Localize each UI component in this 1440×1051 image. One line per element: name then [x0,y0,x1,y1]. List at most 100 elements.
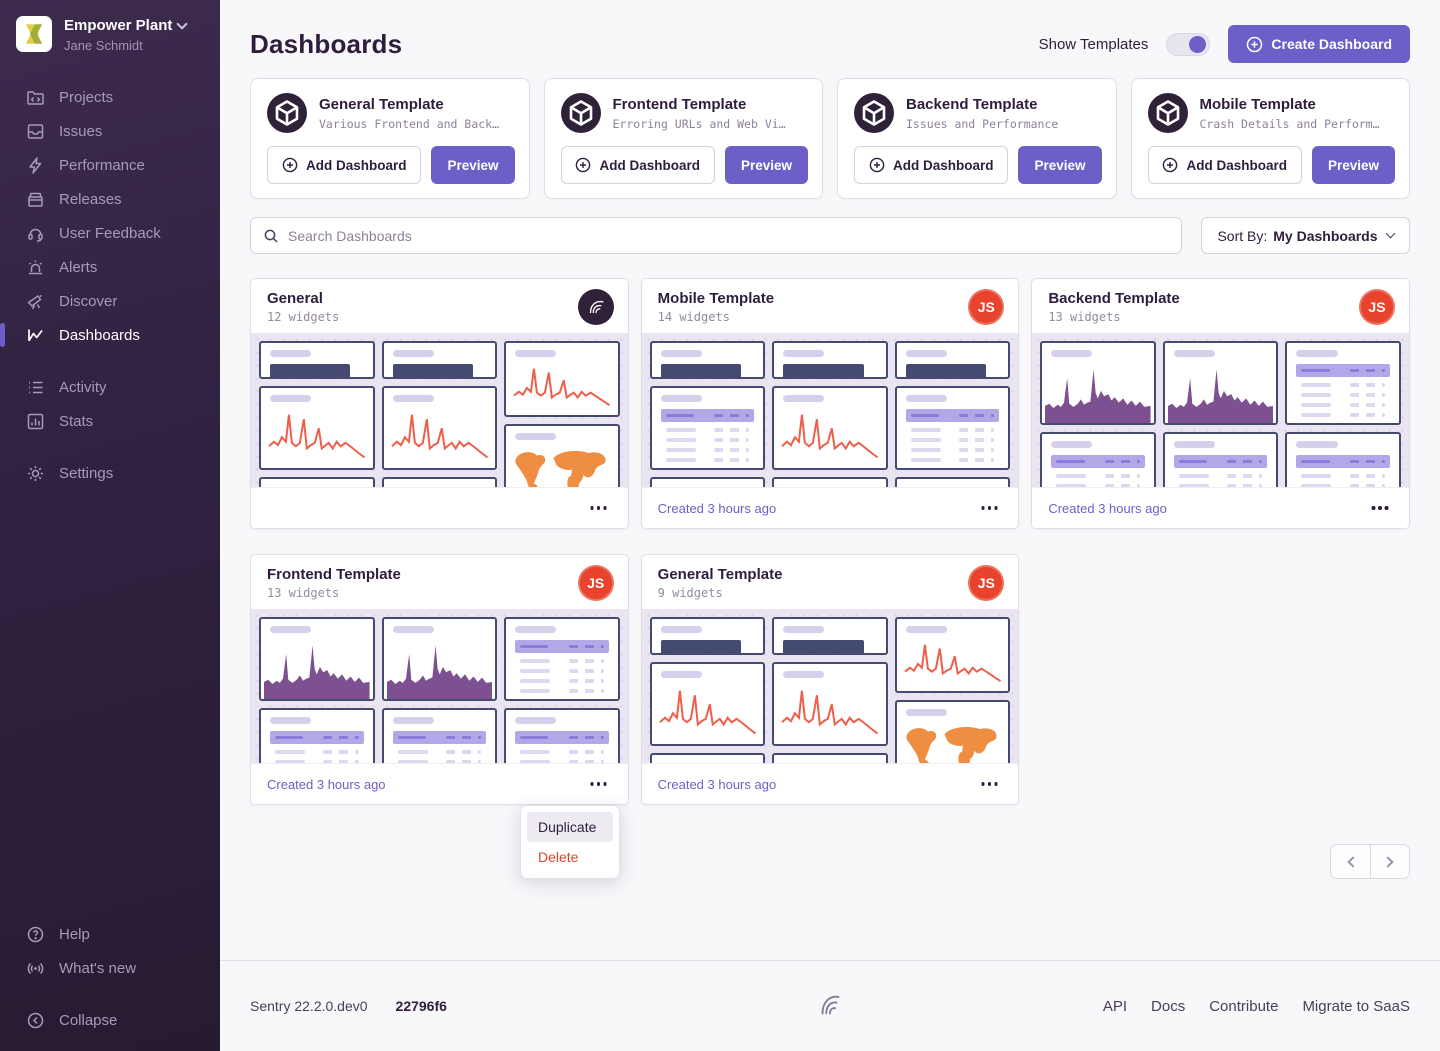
search-input[interactable] [288,228,1169,244]
dashboard-preview[interactable] [251,609,628,763]
add-dashboard-button[interactable]: Add Dashboard [1148,146,1302,184]
card-options-button[interactable] [976,498,1002,518]
sidebar-item-issues[interactable]: Issues [0,114,220,148]
sidebar-item-discover[interactable]: Discover [0,284,220,318]
alerts-icon [26,258,45,277]
dashboard-preview[interactable] [1032,333,1409,487]
primary-nav: Projects Issues Performance Releases Use… [0,80,220,490]
dashboard-card-backend-template: Backend Template 13 widgets JS [1031,278,1410,529]
sidebar-item-collapse[interactable]: Collapse [0,1003,220,1037]
dashboards-grid: General 12 widgets [250,278,1410,805]
ellipsis-icon [1378,506,1382,510]
mini-widget-big-number [895,341,1011,379]
template-card-backend: Backend Template Issues and Performance … [837,78,1117,199]
sidebar-item-label: Projects [59,89,113,106]
sidebar-item-label: User Feedback [59,225,161,242]
mini-widget-world-map [504,424,620,487]
mini-widget-partial [895,477,1011,487]
stats-icon [26,412,45,431]
template-description: Various Frontend and Back… [319,117,499,131]
sidebar-item-whats-new[interactable]: What's new [0,951,220,985]
ellipsis-icon [597,782,601,786]
create-dashboard-button[interactable]: Create Dashboard [1228,25,1410,63]
mini-widget-partial [650,477,766,487]
sidebar-item-help[interactable]: Help [0,917,220,951]
preview-button[interactable]: Preview [1312,146,1395,184]
dashboard-preview[interactable] [642,333,1019,487]
org-logo [16,16,52,52]
sidebar-item-projects[interactable]: Projects [0,80,220,114]
org-switcher[interactable]: Empower Plant Jane Schmidt [0,14,220,54]
dashboard-title: General [267,290,612,307]
template-title: Frontend Template [613,96,786,113]
discover-icon [26,292,45,311]
user-name: Jane Schmidt [64,38,186,54]
chevron-down-icon [1385,229,1395,239]
footer-link-contribute[interactable]: Contribute [1209,998,1278,1015]
activity-icon [26,378,45,397]
previous-page-button[interactable] [1331,845,1370,878]
sidebar-item-activity[interactable]: Activity [0,370,220,404]
menu-item-delete[interactable]: Delete [527,842,613,872]
template-row: General Template Various Frontend and Ba… [250,78,1410,199]
mini-widget-area-chart [1040,341,1156,425]
build-hash: 22796f6 [396,998,447,1014]
sidebar-item-label: Alerts [59,259,97,276]
menu-item-duplicate[interactable]: Duplicate [527,812,613,842]
issues-icon [26,122,45,141]
preview-button[interactable]: Preview [725,146,808,184]
add-dashboard-button[interactable]: Add Dashboard [267,146,421,184]
sort-by-button[interactable]: Sort By: My Dashboards [1201,217,1410,254]
card-options-button[interactable] [586,774,612,794]
dashboard-card-mobile-template: Mobile Template 14 widgets JS [641,278,1020,529]
sidebar-item-user-feedback[interactable]: User Feedback [0,216,220,250]
template-title: General Template [319,96,499,113]
template-card-general: General Template Various Frontend and Ba… [250,78,530,199]
preview-button[interactable]: Preview [1018,146,1101,184]
mini-widget-table-partial [1040,432,1156,487]
mini-widget-line-chart [772,662,888,746]
show-templates-toggle[interactable] [1166,33,1210,56]
sidebar-item-stats[interactable]: Stats [0,404,220,438]
empower-plant-logo-icon [21,21,47,47]
add-dashboard-button[interactable]: Add Dashboard [561,146,715,184]
mini-widget-partial [650,753,766,763]
footer-link-migrate[interactable]: Migrate to SaaS [1302,998,1410,1015]
mini-widget-table-partial [259,708,375,763]
card-options-button[interactable] [1367,498,1393,518]
sidebar-item-performance[interactable]: Performance [0,148,220,182]
footer-link-docs[interactable]: Docs [1151,998,1185,1015]
mini-widget-line-chart [259,386,375,470]
cube-icon [854,93,894,133]
created-text: Created 3 hours ago [658,777,777,792]
sidebar-item-settings[interactable]: Settings [0,456,220,490]
plus-circle-icon [1246,36,1263,53]
page-title: Dashboards [250,29,402,60]
sidebar-item-label: What's new [59,960,136,977]
mini-widget-world-map [895,700,1011,763]
dashboard-widget-count: 9 widgets [658,586,1003,600]
card-options-button[interactable] [976,774,1002,794]
sidebar-item-alerts[interactable]: Alerts [0,250,220,284]
card-options-menu: Duplicate Delete [520,805,620,879]
template-title: Mobile Template [1200,96,1380,113]
dashboard-preview[interactable] [251,333,628,487]
sentry-logo-icon [585,296,607,318]
sidebar-item-releases[interactable]: Releases [0,182,220,216]
mini-widget-partial [772,753,888,763]
preview-button[interactable]: Preview [431,146,514,184]
sentry-logo-icon [815,989,845,1019]
card-options-button[interactable] [586,498,612,518]
plus-circle-icon [1162,157,1178,173]
broadcast-icon [26,959,45,978]
dashboard-widget-count: 13 widgets [1048,310,1393,324]
dashboard-preview[interactable] [642,609,1019,763]
created-text: Created 3 hours ago [1048,501,1167,516]
footer-link-api[interactable]: API [1103,998,1127,1015]
add-dashboard-button[interactable]: Add Dashboard [854,146,1008,184]
next-page-button[interactable] [1370,845,1409,878]
dashboard-card-frontend-template: Frontend Template 13 widgets JS [250,554,629,805]
chevron-left-icon [1347,856,1358,867]
sidebar-item-dashboards[interactable]: Dashboards [0,318,220,352]
mini-widget-big-number [382,341,498,379]
